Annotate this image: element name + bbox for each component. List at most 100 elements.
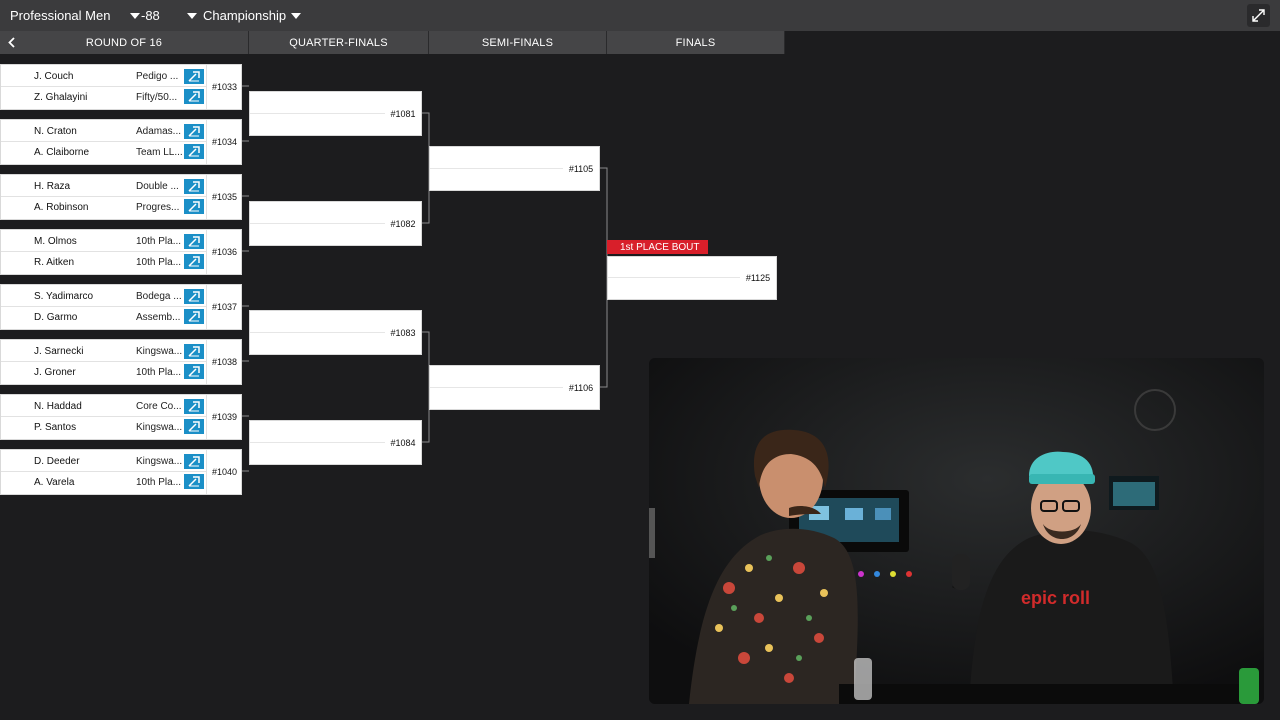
match-card[interactable]: D. Deeder Kingswa... A. Varela 10th Pla.… (0, 449, 242, 495)
competitor-row[interactable]: R. Aitken 10th Pla... (1, 252, 206, 272)
submission-arrow-icon[interactable] (184, 179, 204, 194)
bout-number: #1037 (206, 285, 242, 329)
competitor-row[interactable]: M. Olmos 10th Pla... (1, 232, 206, 252)
submission-arrow-icon[interactable] (184, 474, 204, 489)
submission-arrow-icon[interactable] (184, 234, 204, 249)
tab-finals[interactable]: FINALS (607, 31, 785, 54)
competitor-name: A. Robinson (34, 201, 89, 213)
expand-arrows-icon (1252, 9, 1265, 22)
submission-arrow-icon[interactable] (184, 124, 204, 139)
competitor-name: A. Varela (34, 476, 75, 488)
competitor-row[interactable]: P. Santos Kingswa... (1, 417, 206, 437)
competitor-slot[interactable] (608, 278, 740, 299)
bout-number: #1033 (206, 65, 242, 109)
submission-arrow-icon[interactable] (184, 364, 204, 379)
bracket-dropdown[interactable]: Championship (203, 0, 302, 31)
bout-number: #1082 (390, 218, 416, 229)
competitor-row[interactable]: S. Yadimarco Bodega ... (1, 287, 206, 307)
competitor-name: D. Deeder (34, 456, 80, 467)
competitor-name: N. Craton (34, 126, 77, 137)
competitor-row[interactable]: J. Groner 10th Pla... (1, 362, 206, 382)
competitor-team: Bodega ... (136, 291, 182, 302)
match-card[interactable]: N. Haddad Core Co... P. Santos Kingswa..… (0, 394, 242, 440)
round-label: QUARTER-FINALS (289, 36, 388, 49)
match-card[interactable]: #1125 (607, 256, 777, 300)
competitor-slot[interactable] (430, 169, 563, 191)
competitor-name: J. Sarnecki (34, 346, 84, 357)
competitor-row[interactable]: A. Robinson Progres... (1, 197, 206, 217)
submission-arrow-icon[interactable] (184, 399, 204, 414)
competitor-team: Team LL... (136, 146, 182, 158)
competitor-team: Kingswa... (136, 421, 182, 433)
fullscreen-button[interactable] (1247, 4, 1270, 27)
submission-arrow-icon[interactable] (184, 419, 204, 434)
match-card[interactable]: N. Craton Adamas... A. Claiborne Team LL… (0, 119, 242, 165)
tab-round-of-16[interactable]: ROUND OF 16 (0, 31, 249, 54)
submission-arrow-icon[interactable] (184, 309, 204, 324)
tab-quarter-finals[interactable]: QUARTER-FINALS (249, 31, 429, 54)
competitor-team: Progres... (136, 201, 180, 213)
competitor-slot[interactable] (430, 366, 563, 388)
division-dropdown[interactable]: Professional Men (10, 0, 141, 31)
competitor-row[interactable]: N. Craton Adamas... (1, 122, 206, 142)
competitor-team: 10th Pla... (136, 256, 182, 268)
match-card[interactable]: #1082 (249, 201, 422, 246)
competitor-slot[interactable] (250, 333, 385, 355)
chevron-left-icon[interactable] (6, 36, 18, 49)
submission-arrow-icon[interactable] (184, 344, 204, 359)
competitor-slot[interactable] (430, 147, 563, 169)
submission-arrow-icon[interactable] (184, 199, 204, 214)
match-card[interactable]: J. Sarnecki Kingswa... J. Groner 10th Pl… (0, 339, 242, 385)
competitor-slot[interactable] (250, 92, 385, 114)
submission-arrow-icon[interactable] (184, 89, 204, 104)
submission-arrow-icon[interactable] (184, 69, 204, 84)
competitor-team: Adamas... (136, 126, 182, 137)
competitor-team: Double ... (136, 181, 179, 192)
competitor-row[interactable]: Z. Ghalayini Fifty/50... (1, 87, 206, 107)
round-label: SEMI-FINALS (481, 36, 554, 49)
match-card[interactable]: #1083 (249, 310, 422, 355)
bout-number: #1035 (206, 175, 242, 219)
competitor-slot[interactable] (250, 421, 385, 443)
competitor-row[interactable]: J. Couch Pedigo ... (1, 67, 206, 87)
webcam-overlay: epic roll (649, 358, 1264, 704)
match-card[interactable]: #1106 (429, 365, 600, 410)
caret-down-icon (130, 12, 141, 19)
competitor-team: 10th Pla... (136, 366, 182, 378)
tab-semi-finals[interactable]: SEMI-FINALS (429, 31, 607, 54)
competitor-name: S. Yadimarco (34, 291, 94, 302)
competitor-slot[interactable] (250, 224, 385, 246)
match-card[interactable]: J. Couch Pedigo ... Z. Ghalayini Fifty/5… (0, 64, 242, 110)
match-card[interactable]: #1081 (249, 91, 422, 136)
bout-number: #1081 (390, 108, 416, 119)
bout-number: #1038 (206, 340, 242, 384)
weight-dropdown[interactable]: -88 (141, 0, 197, 31)
competitor-name: M. Olmos (34, 236, 77, 247)
match-card[interactable]: M. Olmos 10th Pla... R. Aitken 10th Pla.… (0, 229, 242, 275)
submission-arrow-icon[interactable] (184, 254, 204, 269)
match-card[interactable]: H. Raza Double ... A. Robinson Progres..… (0, 174, 242, 220)
competitor-row[interactable]: D. Deeder Kingswa... (1, 452, 206, 472)
competitor-row[interactable]: N. Haddad Core Co... (1, 397, 206, 417)
competitor-slot[interactable] (250, 311, 385, 333)
submission-arrow-icon[interactable] (184, 289, 204, 304)
competitor-row[interactable]: A. Varela 10th Pla... (1, 472, 206, 492)
competitor-row[interactable]: H. Raza Double ... (1, 177, 206, 197)
competitor-slot[interactable] (250, 443, 385, 465)
round-label: FINALS (675, 36, 716, 49)
submission-arrow-icon[interactable] (184, 144, 204, 159)
competitor-row[interactable]: J. Sarnecki Kingswa... (1, 342, 206, 362)
match-card[interactable]: S. Yadimarco Bodega ... D. Garmo Assemb.… (0, 284, 242, 330)
bout-number: #1040 (206, 450, 242, 494)
competitor-slot[interactable] (608, 257, 740, 278)
competitor-slot[interactable] (250, 114, 385, 136)
match-card[interactable]: #1084 (249, 420, 422, 465)
competitor-name: A. Claiborne (34, 146, 90, 158)
competitor-row[interactable]: A. Claiborne Team LL... (1, 142, 206, 162)
submission-arrow-icon[interactable] (184, 454, 204, 469)
competitor-row[interactable]: D. Garmo Assemb... (1, 307, 206, 327)
competitor-slot[interactable] (250, 202, 385, 224)
bout-number: #1125 (745, 273, 771, 283)
competitor-slot[interactable] (430, 388, 563, 410)
match-card[interactable]: #1105 (429, 146, 600, 191)
